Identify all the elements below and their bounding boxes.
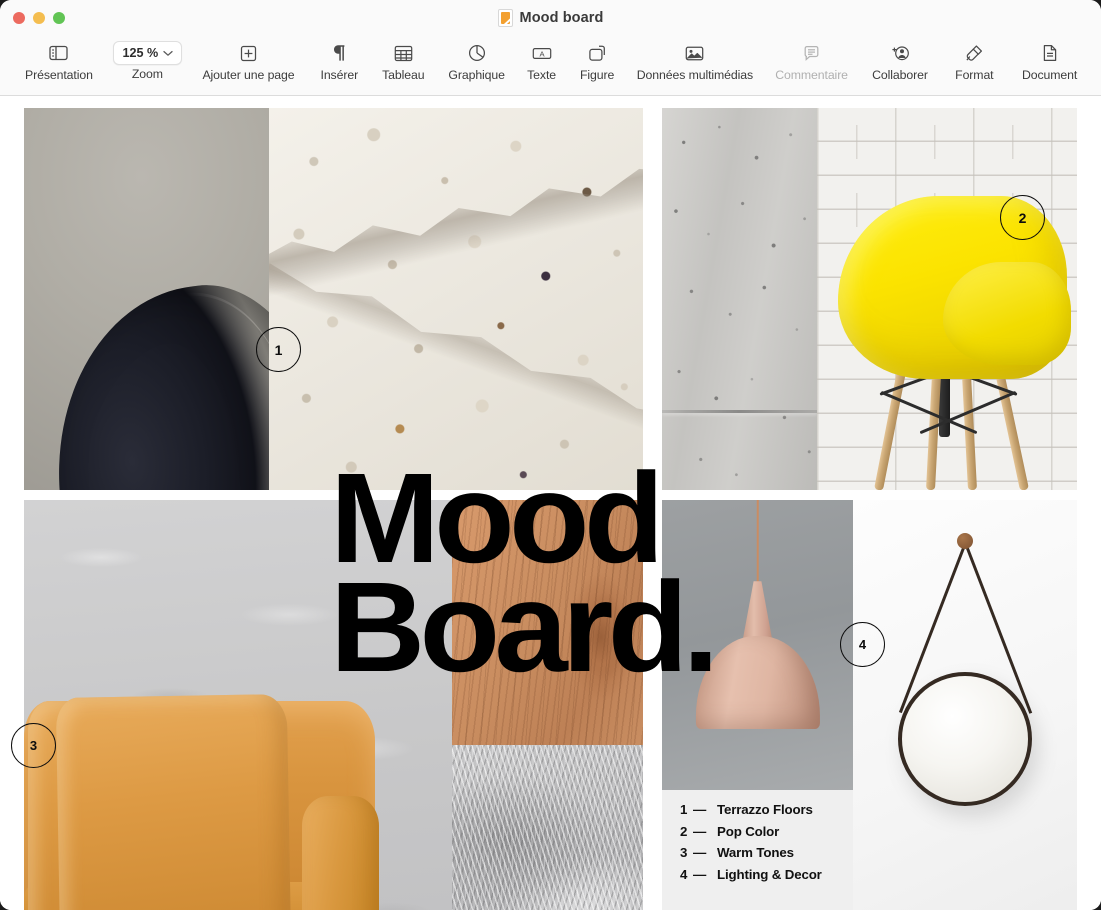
toolbar-button-shape[interactable]: Figure [568, 36, 626, 82]
legend-dash: — [693, 845, 707, 861]
grey-fur-rug-photo[interactable] [452, 745, 643, 910]
legend-number: 2 [680, 823, 688, 839]
comment-icon [803, 40, 820, 66]
marker-1[interactable]: 1 [256, 327, 301, 372]
legend-dash: — [693, 823, 707, 839]
concrete-seam-detail [662, 409, 817, 413]
add-page-icon [240, 40, 257, 66]
toolbar-button-add-page[interactable]: Ajouter une page [187, 36, 310, 82]
zoom-value: 125 % [122, 46, 159, 60]
table-icon [394, 40, 413, 66]
zoom-dropdown[interactable]: 125 % [112, 41, 183, 65]
lamp-shade [695, 636, 820, 730]
pilcrow-icon [331, 40, 347, 66]
toolbar-button-collaborate[interactable]: Collaborer [860, 36, 941, 82]
legend-label: Warm Tones [717, 845, 794, 861]
toolbar-button-chart[interactable]: Graphique [438, 36, 515, 82]
legend-label: Lighting & Decor [717, 866, 822, 882]
marker-3[interactable]: 3 [11, 723, 56, 768]
legend-list: 1 — Terrazzo Floors 2 — Pop Color 3 — Wa… [680, 800, 822, 884]
collaborate-icon [891, 40, 910, 66]
toolbar-label-collaborate: Collaborer [872, 68, 928, 82]
main-toolbar: Présentation 125 % Zoom Ajouter une page [0, 36, 1101, 96]
toolbar-button-presentation[interactable]: Présentation [10, 36, 108, 82]
marker-4[interactable]: 4 [840, 622, 885, 667]
toolbar-label-chart: Graphique [448, 68, 505, 82]
sidebar-icon [49, 40, 69, 66]
toolbar-label-media: Données multimédias [636, 68, 754, 82]
toolbar-button-table[interactable]: Tableau [368, 36, 438, 82]
toolbar-label-table: Tableau [382, 68, 425, 82]
pie-chart-icon [468, 40, 486, 66]
toolbar-label-shape: Figure [579, 68, 615, 82]
toolbar-button-text[interactable]: A Texte [515, 36, 568, 82]
chair-piping-detail [59, 282, 269, 461]
window-title-group: Mood board [0, 0, 1101, 36]
terrazzo-slab-photo[interactable] [269, 108, 643, 490]
toolbar-label-format: Format [955, 68, 994, 82]
text-box-icon: A [532, 40, 552, 66]
legend-label: Pop Color [717, 823, 780, 839]
marker-2[interactable]: 2 [1000, 195, 1045, 240]
round-mirror-photo[interactable] [853, 500, 1077, 910]
legend-row: 4 — Lighting & Decor [680, 865, 822, 885]
window-controls [13, 12, 65, 24]
marker-number: 4 [858, 637, 867, 652]
mirror-glass [897, 672, 1033, 807]
mirror-wall-knob [957, 533, 973, 550]
toolbar-button-comment[interactable]: Commentaire [764, 36, 860, 82]
sofa-armrest [302, 796, 380, 910]
moodboard-page[interactable]: 1 — Terrazzo Floors 2 — Pop Color 3 — Wa… [0, 96, 1101, 910]
shape-icon [588, 40, 606, 66]
terrazzo-crack-1 [269, 130, 643, 299]
close-button[interactable] [13, 12, 25, 24]
window-title: Mood board [519, 10, 604, 26]
marker-number: 3 [29, 738, 38, 753]
toolbar-label-text: Texte [527, 68, 557, 82]
toolbar-label-document: Document [1021, 68, 1078, 82]
toolbar-label-comment: Commentaire [775, 68, 848, 82]
toolbar-button-document[interactable]: Document [1008, 36, 1091, 82]
toolbar-label-presentation: Présentation [24, 68, 93, 82]
document-canvas[interactable]: 1 — Terrazzo Floors 2 — Pop Color 3 — Wa… [0, 96, 1101, 910]
svg-text:A: A [539, 49, 545, 58]
window-titlebar: Mood board [0, 0, 1101, 36]
concrete-wall-photo[interactable] [662, 108, 817, 490]
legend-label: Terrazzo Floors [717, 802, 813, 817]
document-icon [1042, 40, 1058, 66]
toolbar-button-format[interactable]: Format [940, 36, 1008, 82]
black-leather-chair-photo[interactable] [24, 108, 269, 490]
chevron-down-icon [163, 50, 173, 57]
marker-number: 2 [1018, 209, 1027, 226]
toolbar-label-insert: Insérer [320, 68, 359, 82]
maximize-button[interactable] [53, 12, 65, 24]
media-image-icon [685, 40, 704, 66]
pages-document-icon [497, 9, 513, 27]
legend-row: 1 — Terrazzo Floors [680, 800, 822, 820]
legend-number: 3 [680, 845, 688, 861]
toolbar-zoom-control[interactable]: 125 % Zoom [108, 36, 187, 81]
toolbar-label-add-page: Ajouter une page [202, 68, 295, 82]
marker-number: 1 [274, 341, 283, 358]
legend-number: 4 [680, 866, 688, 882]
legend-row: 3 — Warm Tones [680, 843, 822, 863]
legend-dash: — [693, 866, 707, 882]
legend-number: 1 [680, 802, 688, 817]
legend-dash: — [693, 802, 707, 817]
lamp-cord [756, 500, 759, 587]
headline-line-2: Board. [330, 556, 719, 700]
page-title[interactable]: Mood Board. [330, 455, 719, 692]
legend-row: 2 — Pop Color [680, 822, 822, 842]
format-brush-icon [965, 40, 984, 66]
yellow-chair-photo[interactable] [817, 108, 1077, 490]
toolbar-button-media[interactable]: Données multimédias [626, 36, 763, 82]
pages-app-window: Mood board Présentation 125 % Zoom Ajout… [0, 0, 1101, 910]
minimize-button[interactable] [33, 12, 45, 24]
toolbar-label-zoom: Zoom [131, 67, 163, 81]
toolbar-button-insert[interactable]: Insérer [310, 36, 368, 82]
sofa-cushion-main [55, 694, 292, 910]
